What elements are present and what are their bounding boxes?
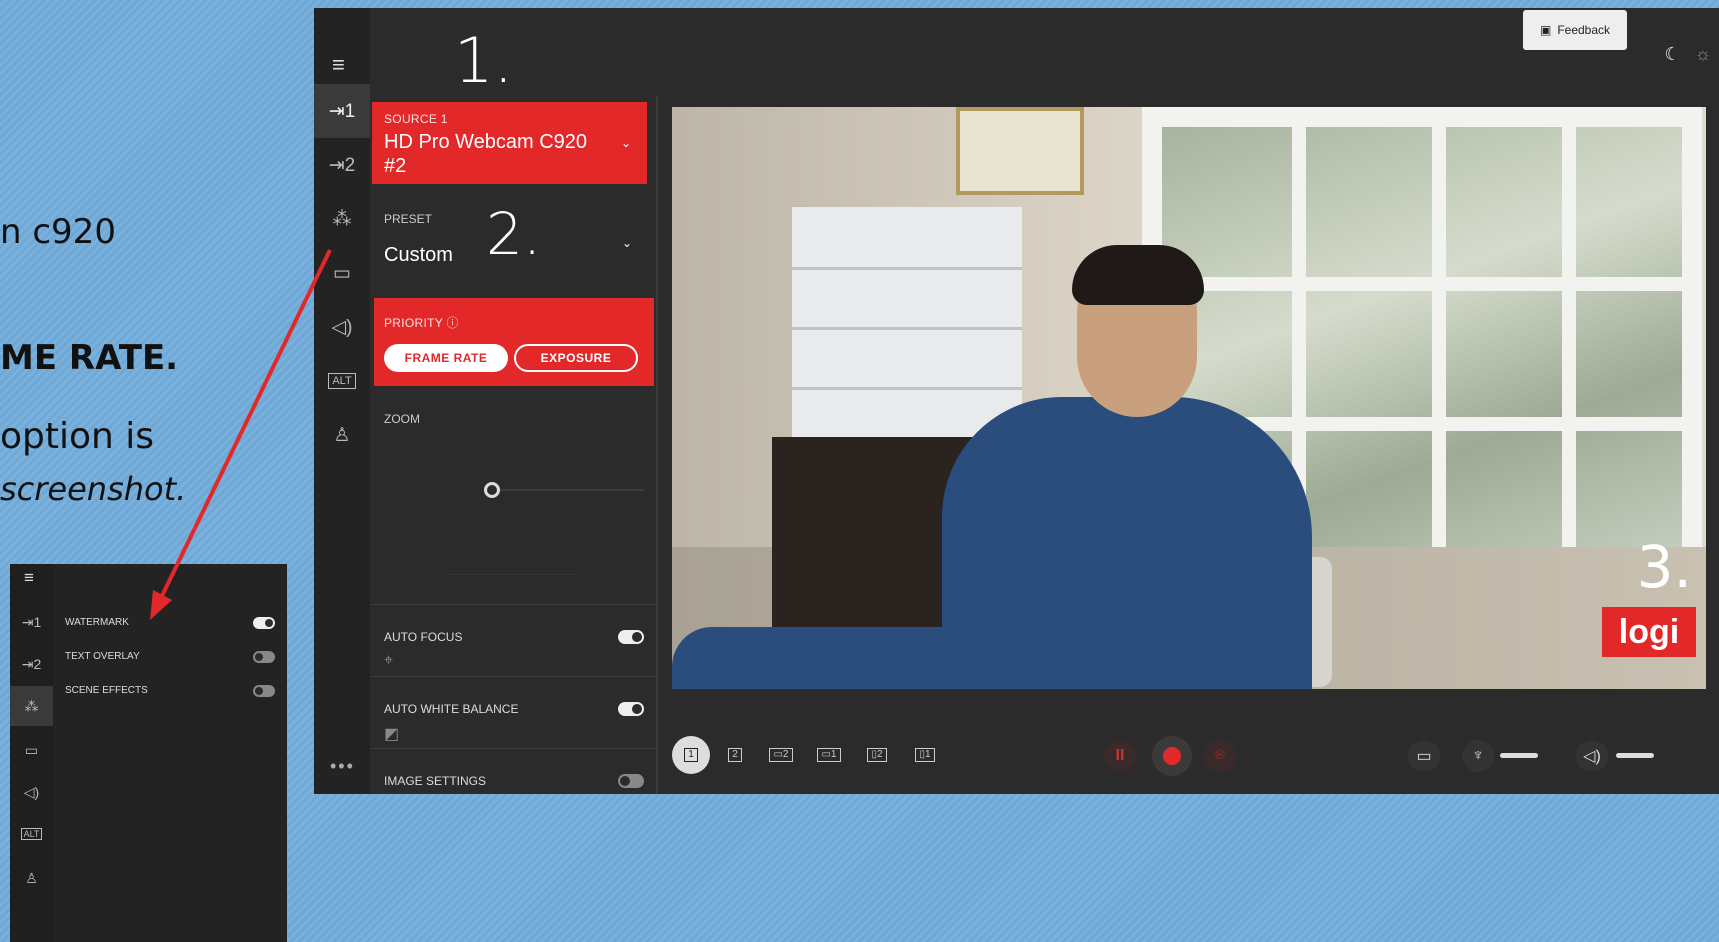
source-selector[interactable]: SOURCE 1 HD Pro Webcam C920 #2 ⌄: [372, 102, 647, 184]
mic-level-slider[interactable]: [1500, 753, 1538, 758]
drawer-line: [792, 327, 1022, 330]
window-mullion: [1432, 127, 1446, 557]
settings-panel: SOURCE 1 HD Pro Webcam C920 #2 ⌄ PRESET …: [370, 96, 658, 794]
drawer-line: [792, 267, 1022, 270]
speaker-icon[interactable]: ◁): [1576, 740, 1608, 772]
layout-1-button[interactable]: 1: [672, 736, 710, 774]
camera-preview: logi 3.: [672, 107, 1706, 689]
annotation-1: 1.: [454, 24, 514, 97]
annotation-3: 3.: [1636, 533, 1692, 601]
more-icon[interactable]: •••: [330, 756, 355, 777]
layout-split-1-button[interactable]: ▯1: [912, 742, 938, 768]
volume-slider[interactable]: [1616, 753, 1654, 758]
auto-white-balance-toggle[interactable]: [618, 702, 644, 716]
pause-button[interactable]: II: [1104, 740, 1136, 772]
mini-sidebar-nav: ≡ ⇥1 ⇥2 ⁂ ▭ ◁) ALT ♙: [10, 564, 53, 942]
chevron-down-icon[interactable]: ⌄: [622, 236, 632, 250]
menu-icon[interactable]: ≡: [24, 568, 34, 588]
effects-icon[interactable]: ⁂: [314, 192, 370, 246]
alt-icon[interactable]: ALT: [314, 354, 370, 408]
camera-icon[interactable]: ▭: [10, 730, 53, 770]
source-2-icon[interactable]: ⇥2: [10, 644, 53, 684]
frame-rate-button[interactable]: FRAME RATE: [384, 344, 508, 372]
auto-white-balance-label: AUTO WHITE BALANCE: [384, 702, 519, 716]
annotation-2: 2.: [486, 200, 542, 268]
source-label: SOURCE 1: [384, 112, 448, 126]
divider: [370, 748, 656, 749]
profile-icon[interactable]: ♙: [314, 408, 370, 462]
alt-icon[interactable]: ALT: [10, 814, 53, 854]
exposure-button[interactable]: EXPOSURE: [514, 344, 638, 372]
divider: [370, 604, 656, 605]
logi-watermark: logi: [1602, 607, 1696, 657]
scene-effects-toggle[interactable]: [253, 685, 275, 697]
preset-label: PRESET: [384, 212, 433, 226]
logi-capture-window: ≡ ⇥1 ⇥2 ⁂ ▭ ◁) ALT ♙ ••• 1. SOURCE 1 HD …: [314, 8, 1719, 794]
zoom-label: ZOOM: [384, 412, 420, 426]
theme-toggle[interactable]: ☾ ☼: [1650, 44, 1711, 65]
image-settings-label: IMAGE SETTINGS: [384, 774, 487, 788]
source-2-icon[interactable]: ⇥2: [314, 138, 370, 192]
watermark-toggle[interactable]: [253, 617, 275, 629]
layout-pip-1-button[interactable]: ▭1: [816, 742, 842, 768]
record-button[interactable]: [1152, 736, 1192, 776]
effects-panel-inset: ≡ ⇥1 ⇥2 ⁂ ▭ ◁) ALT ♙ WATERMARK TEXT OVER…: [10, 564, 287, 942]
focus-icon: ⌖: [384, 652, 394, 669]
priority-section: PRIORITY ⓘ FRAME RATE EXPOSURE: [374, 298, 654, 386]
snapshot-button[interactable]: ⌾: [1204, 740, 1236, 772]
watermark-row: WATERMARK: [65, 614, 275, 634]
person-arm: [672, 627, 1092, 689]
layout-split-2-button[interactable]: ▯2: [864, 742, 890, 768]
slide-text-line-4: screenshot.: [0, 470, 187, 508]
text-overlay-label: TEXT OVERLAY: [65, 651, 140, 662]
slide-text-line-3: option is: [0, 416, 155, 457]
divider: [370, 676, 656, 677]
zoom-slider-track[interactable]: [494, 489, 644, 491]
moon-icon[interactable]: ☾: [1664, 44, 1680, 64]
auto-focus-toggle[interactable]: [618, 630, 644, 644]
layout-2-button[interactable]: 2: [722, 742, 748, 768]
microphone-icon[interactable]: ♆: [1462, 740, 1494, 772]
auto-focus-label: AUTO FOCUS: [384, 630, 463, 644]
zoom-decor-line: [446, 574, 576, 575]
slide-text-line-2: ME RATE.: [0, 338, 179, 378]
source-1-icon[interactable]: ⇥1: [10, 602, 53, 642]
preset-dropdown[interactable]: Custom: [384, 244, 453, 267]
scene-effects-label: SCENE EFFECTS: [65, 685, 148, 696]
profile-icon[interactable]: ♙: [10, 858, 53, 898]
chevron-down-icon: ⌄: [620, 136, 631, 150]
sun-icon[interactable]: ☼: [1695, 44, 1712, 64]
bottom-toolbar: 1 2 ▭2 ▭1 ▯2 ▯1 II ⌾ ▭ ♆ ◁): [672, 728, 1712, 788]
image-settings-toggle[interactable]: [618, 774, 644, 788]
watermark-label: WATERMARK: [65, 617, 129, 628]
sidebar-nav: ≡ ⇥1 ⇥2 ⁂ ▭ ◁) ALT ♙ •••: [314, 8, 370, 794]
folder-icon[interactable]: ▭: [1408, 740, 1440, 772]
person-hair: [1072, 245, 1204, 305]
feedback-icon: ▣: [1539, 23, 1552, 37]
text-overlay-toggle[interactable]: [253, 651, 275, 663]
feedback-button[interactable]: ▣ Feedback: [1523, 10, 1627, 50]
drawer-line: [792, 387, 1022, 390]
audio-icon[interactable]: ◁): [314, 300, 370, 354]
effects-icon[interactable]: ⁂: [10, 686, 53, 726]
text-overlay-row: TEXT OVERLAY: [65, 648, 275, 668]
source-1-icon[interactable]: ⇥1: [314, 84, 370, 138]
zoom-slider-handle[interactable]: [484, 482, 500, 498]
source-name: HD Pro Webcam C920 #2: [384, 131, 588, 177]
window-rail: [1162, 277, 1682, 291]
priority-label: PRIORITY ⓘ: [384, 316, 459, 330]
menu-icon[interactable]: ≡: [332, 52, 345, 78]
scene-effects-row: SCENE EFFECTS: [65, 682, 275, 702]
audio-icon[interactable]: ◁): [10, 772, 53, 812]
camera-icon[interactable]: ▭: [314, 246, 370, 300]
layout-pip-2-button[interactable]: ▭2: [768, 742, 794, 768]
feedback-label: Feedback: [1557, 23, 1611, 37]
window-mullion: [1562, 127, 1576, 557]
wall-frame: [956, 107, 1084, 195]
slide-text-line-1: n c920: [0, 212, 116, 252]
white-balance-icon: ◩: [384, 726, 400, 743]
